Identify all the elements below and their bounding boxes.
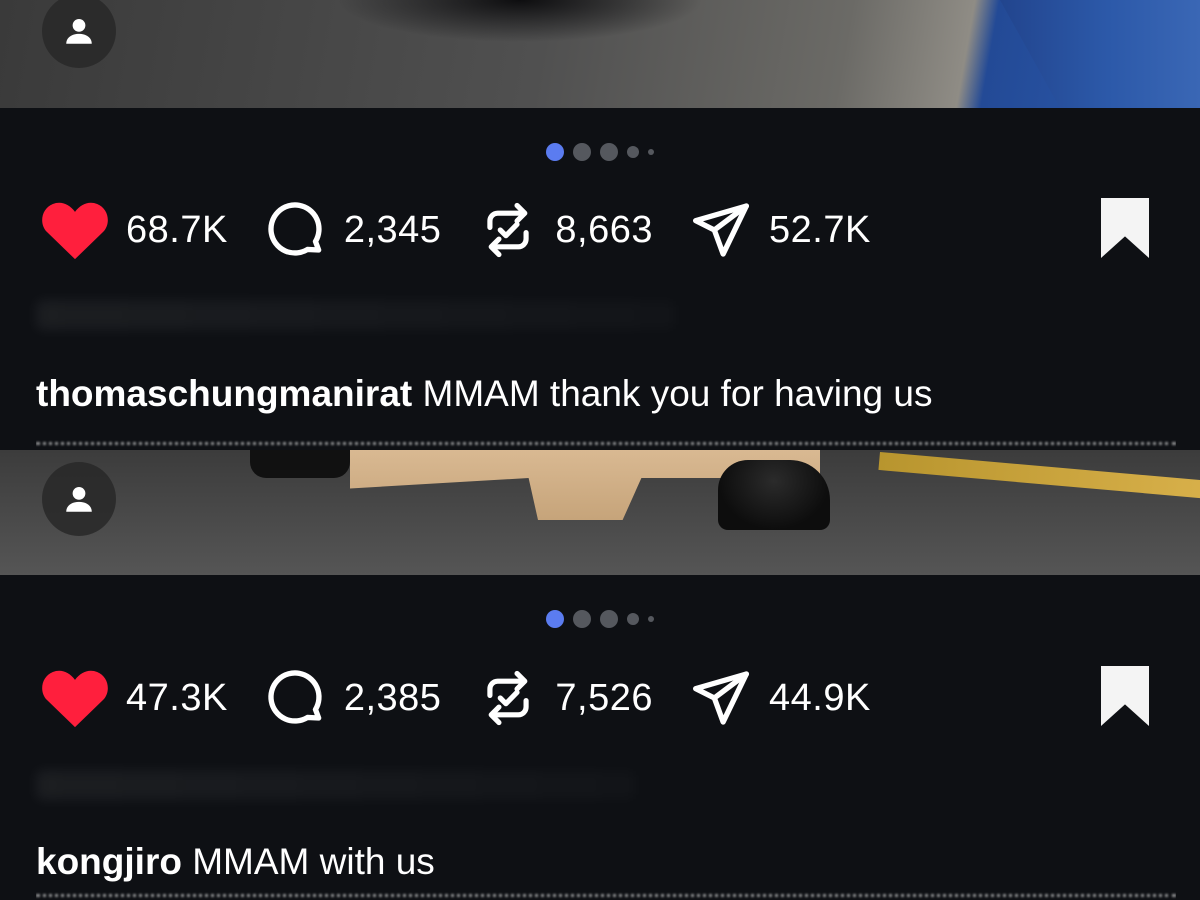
heart-icon bbox=[42, 670, 108, 728]
caption-username[interactable]: thomaschungmanirat bbox=[36, 373, 412, 414]
post-caption: thomaschungmanirat MMAM thank you for ha… bbox=[36, 372, 933, 416]
carousel-dot[interactable] bbox=[573, 610, 591, 628]
bookmark-icon bbox=[1101, 665, 1149, 726]
comment-button[interactable]: 2,345 bbox=[264, 198, 442, 262]
bookmark-icon bbox=[1101, 197, 1149, 258]
caption-continuation bbox=[36, 440, 1176, 450]
share-button[interactable]: 44.9K bbox=[689, 666, 871, 730]
share-icon bbox=[693, 671, 749, 725]
carousel-indicator bbox=[0, 610, 1200, 628]
repost-count: 7,526 bbox=[555, 676, 653, 719]
caption-text: MMAM thank you for having us bbox=[422, 373, 933, 414]
action-bar: 68.7K 2,345 8,663 52.7K bbox=[40, 197, 1152, 263]
repost-button[interactable]: 8,663 bbox=[477, 199, 653, 261]
save-button[interactable] bbox=[1098, 665, 1152, 731]
author-avatar[interactable] bbox=[42, 462, 116, 536]
share-icon bbox=[693, 203, 749, 257]
heart-icon bbox=[42, 202, 108, 260]
share-button[interactable]: 52.7K bbox=[689, 198, 871, 262]
repost-icon bbox=[487, 202, 530, 258]
comment-count: 2,345 bbox=[343, 208, 442, 251]
post-card: 68.7K 2,345 8,663 52.7K thomaschungmanir… bbox=[0, 0, 1200, 450]
action-bar: 47.3K 2,385 7,526 44.9K bbox=[40, 665, 1152, 731]
user-icon bbox=[66, 18, 92, 44]
user-icon bbox=[66, 486, 92, 512]
carousel-dot[interactable] bbox=[600, 143, 618, 161]
photo-shoe bbox=[718, 460, 830, 530]
like-button[interactable]: 47.3K bbox=[40, 667, 228, 729]
carousel-indicator bbox=[0, 143, 1200, 161]
like-count: 68.7K bbox=[126, 208, 228, 251]
photo-curb-detail bbox=[1000, 0, 1200, 108]
caption-continuation bbox=[36, 892, 1176, 900]
carousel-dot[interactable] bbox=[573, 143, 591, 161]
caption-text: MMAM with us bbox=[192, 841, 435, 882]
save-button[interactable] bbox=[1098, 197, 1152, 263]
comment-button[interactable]: 2,385 bbox=[264, 666, 442, 730]
carousel-dot[interactable] bbox=[627, 146, 639, 158]
like-button[interactable]: 68.7K bbox=[40, 199, 228, 261]
blurred-text bbox=[36, 770, 636, 800]
repost-button[interactable]: 7,526 bbox=[477, 667, 653, 729]
comment-icon bbox=[268, 670, 322, 724]
carousel-dot[interactable] bbox=[648, 616, 654, 622]
carousel-dot-active[interactable] bbox=[546, 610, 564, 628]
caption-username[interactable]: kongjiro bbox=[36, 841, 182, 882]
carousel-dot-active[interactable] bbox=[546, 143, 564, 161]
carousel-dot[interactable] bbox=[648, 149, 654, 155]
photo-shoe bbox=[250, 450, 350, 478]
like-count: 47.3K bbox=[126, 676, 228, 719]
photo-road-stripe bbox=[878, 452, 1200, 499]
post-photo[interactable] bbox=[0, 450, 1200, 575]
post-caption: kongjiro MMAM with us bbox=[36, 840, 435, 884]
share-count: 52.7K bbox=[769, 208, 871, 251]
share-count: 44.9K bbox=[769, 676, 871, 719]
post-card: 47.3K 2,385 7,526 44.9K kongjiro MMAM wi… bbox=[0, 450, 1200, 900]
repost-count: 8,663 bbox=[555, 208, 653, 251]
carousel-dot[interactable] bbox=[600, 610, 618, 628]
comment-icon bbox=[268, 202, 322, 256]
post-photo[interactable] bbox=[0, 0, 1200, 108]
carousel-dot[interactable] bbox=[627, 613, 639, 625]
comment-count: 2,385 bbox=[343, 676, 442, 719]
blurred-text bbox=[36, 300, 676, 330]
repost-icon bbox=[487, 670, 530, 726]
